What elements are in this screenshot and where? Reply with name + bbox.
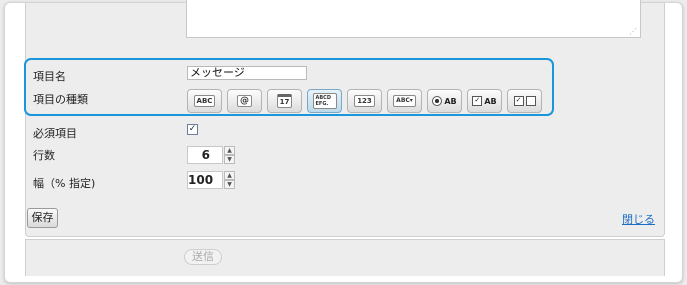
close-link[interactable]: 閉じる [622,211,655,227]
stepper-up-icon[interactable]: ▲ [224,171,235,180]
form-footer-panel [25,239,665,276]
check-mark-icon: ✓ [472,96,483,106]
type-textarea-button[interactable]: ABCD EFG. [307,89,342,113]
date-field-icon: 17 [276,94,293,108]
text-field-icon: ABC [193,95,216,107]
multi-checkbox-field-icon: ✓ [513,96,536,106]
send-button[interactable]: 送信 [184,249,222,265]
check-mark-icon: ✓ [513,96,524,106]
type-text-button[interactable]: ABC [187,89,222,113]
width-input[interactable]: 100 [187,171,223,189]
field-editor-panel [25,3,665,237]
required-label: 必須項目 [33,127,77,140]
resize-handle-icon[interactable]: ⋰ [629,28,637,36]
type-select-button[interactable]: ABC▾ [387,89,422,113]
textarea-field-icon: ABCD EFG. [312,93,337,109]
type-checkbox-button[interactable]: ✓ AB [467,89,502,113]
radio-field-icon: AB [432,96,457,106]
rows-label: 行数 [33,149,55,162]
radio-dot-icon [432,96,443,106]
type-email-button[interactable]: @ [227,89,262,113]
window-frame [4,2,683,283]
rows-input[interactable]: 6 [187,146,223,164]
item-name-input[interactable]: メッセージ [187,66,307,80]
stepper-up-icon[interactable]: ▲ [224,146,235,155]
type-date-button[interactable]: 17 [267,89,302,113]
email-field-icon: @ [237,95,252,107]
save-button[interactable]: 保存 [27,208,58,228]
number-field-icon: 123 [354,95,375,107]
checkbox-field-label: AB [484,96,497,106]
item-name-label: 項目名 [33,70,66,83]
rows-stepper[interactable]: ▲ ▼ [224,146,235,164]
textarea-preview[interactable]: ⋰ [186,0,641,38]
stepper-down-icon[interactable]: ▼ [224,180,235,189]
required-checkbox[interactable]: ✓ [187,124,198,135]
type-number-button[interactable]: 123 [347,89,382,113]
stepper-down-icon[interactable]: ▼ [224,155,235,164]
radio-field-label: AB [444,96,457,106]
type-radio-button[interactable]: AB [427,89,462,113]
checkbox-field-icon: ✓ AB [472,96,497,106]
select-field-icon: ABC▾ [393,95,416,107]
width-label: 幅（% 指定) [33,177,96,190]
type-multi-checkbox-button[interactable]: ✓ [507,89,542,113]
item-type-label: 項目の種類 [33,93,88,106]
empty-box-icon [525,96,536,106]
width-stepper[interactable]: ▲ ▼ [224,171,235,189]
